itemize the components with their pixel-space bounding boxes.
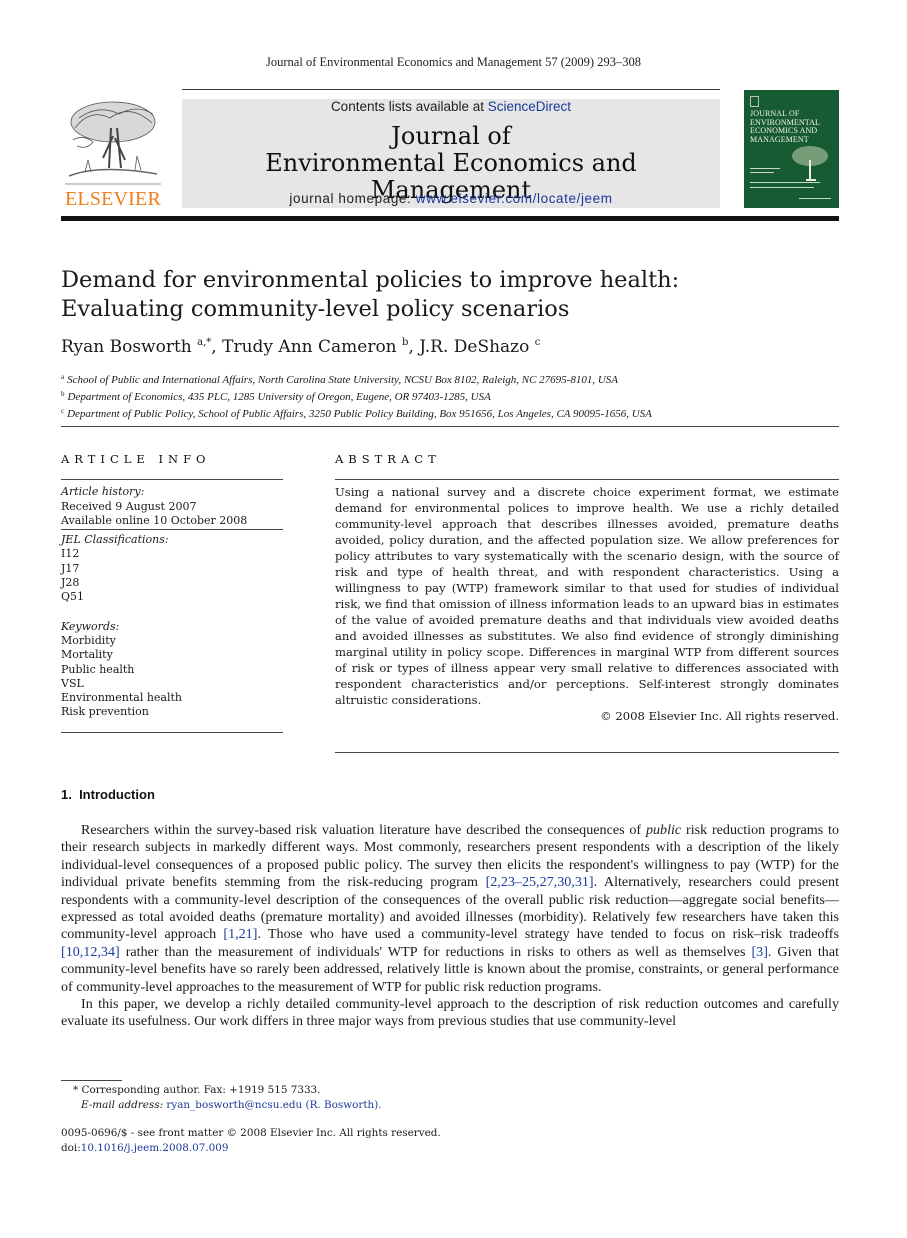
citation-link[interactable]: [2,23–25,27,30,31] [486, 874, 594, 890]
keywords-label: Keywords: [61, 619, 120, 633]
author-list: Ryan Bosworth a,*, Trudy Ann Cameron b, … [61, 337, 841, 357]
text-run: Researchers within the survey-based risk… [81, 822, 646, 838]
masthead-top-rule [182, 89, 720, 90]
abstract-text: Using a national survey and a discrete c… [335, 485, 839, 707]
jel-code: I12 [61, 547, 80, 561]
author-separator: , [408, 337, 420, 357]
article-info-heading: ARTICLE INFO [61, 452, 211, 466]
jel-code: J17 [61, 561, 80, 575]
doi-prefix: doi: [61, 1142, 81, 1154]
cover-text-line [750, 187, 814, 188]
affiliation-mark: b [61, 390, 65, 398]
cover-text-line [799, 198, 831, 199]
abstract-heading: ABSTRACT [335, 452, 441, 466]
elsevier-tree-icon [65, 101, 161, 185]
emphasis: public [645, 822, 682, 838]
keyword: Risk prevention [61, 705, 149, 719]
doi-link[interactable]: 10.1016/j.jeem.2008.07.009 [81, 1142, 229, 1154]
cover-publisher-icon [750, 96, 759, 107]
email-note: E-mail address: ryan_bosworth@ncsu.edu (… [61, 1098, 561, 1113]
article-title-line2: Evaluating community-level policy scenar… [61, 296, 570, 322]
jel-label: JEL Classifications: [61, 533, 169, 547]
received-date: Received 9 August 2007 [61, 499, 197, 513]
article-history-rule [61, 529, 283, 531]
contents-prefix: Contents lists available at [330, 99, 488, 114]
sciencedirect-link[interactable]: ScienceDirect [488, 99, 571, 114]
keyword: Mortality [61, 648, 113, 662]
keyword: Public health [61, 662, 135, 676]
affiliation-item: b Department of Economics, 435 PLC, 1285 … [61, 387, 851, 404]
affiliation-text: School of Public and International Affai… [67, 374, 619, 386]
email-label: E-mail address: [81, 1099, 167, 1111]
article-title: Demand for environmental policies to imp… [61, 266, 841, 324]
journal-homepage: journal homepage: www.elsevier.com/locat… [182, 191, 720, 206]
affiliation-mark: c [61, 407, 65, 415]
homepage-prefix: journal homepage: [289, 191, 416, 206]
affiliation-text: Department of Public Policy, School of P… [67, 408, 652, 420]
footnotes: * Corresponding author. Fax: +1919 515 7… [61, 1083, 561, 1113]
front-matter: 0095-0696/$ - see front matter © 2008 El… [61, 1126, 561, 1156]
author-marks[interactable]: a,* [197, 337, 211, 348]
jel-code: Q51 [61, 590, 85, 604]
paragraph: In this paper, we develop a richly detai… [61, 996, 839, 1030]
affiliation-mark: a [61, 373, 65, 381]
keyword: Morbidity [61, 633, 116, 647]
paragraph: Researchers within the survey-based risk… [61, 822, 839, 996]
contents-availability: Contents lists available at ScienceDirec… [182, 99, 720, 114]
corresponding-author-note: * Corresponding author. Fax: +1919 515 7… [73, 1084, 321, 1096]
elsevier-logo[interactable]: ELSEVIER [61, 98, 165, 210]
cover-text-line [750, 172, 774, 173]
cover-tree-icon [792, 146, 828, 181]
journal-masthead: ELSEVIER Contents lists available at Sci… [61, 89, 839, 221]
author-separator: , [211, 337, 223, 357]
jel-code: J28 [61, 576, 80, 590]
article-history-label: Article history: [61, 485, 145, 499]
doi-line: doi:10.1016/j.jeem.2008.07.009 [61, 1141, 561, 1156]
citation-link[interactable]: [10,12,34] [61, 944, 120, 960]
abstract-rule [335, 479, 839, 480]
article-info-rule [61, 479, 283, 481]
article-title-line1: Demand for environmental policies to imp… [61, 267, 680, 293]
text-run: . Those who have used a community-level … [257, 926, 839, 943]
masthead-bottom-bar [61, 216, 839, 221]
keyword: VSL [61, 676, 84, 690]
affiliations: a School of Public and International Affa… [61, 370, 851, 421]
running-head: Journal of Environmental Economics and M… [266, 55, 641, 69]
introduction-body: Researchers within the survey-based risk… [61, 822, 839, 1031]
affiliation-item: a School of Public and International Affa… [61, 370, 851, 387]
keyword: Environmental health [61, 691, 183, 705]
cover-text-line [750, 168, 780, 169]
email-link[interactable]: ryan_bosworth@ncsu.edu (R. Bosworth). [166, 1099, 381, 1111]
available-online-date: Available online 10 October 2008 [61, 513, 248, 527]
cover-text-line [750, 182, 820, 183]
issn-line: 0095-0696/$ - see front matter © 2008 El… [61, 1127, 441, 1139]
citation-link[interactable]: [1,21] [223, 926, 257, 942]
abstract-copyright: © 2008 Elsevier Inc. All rights reserved… [600, 709, 839, 723]
homepage-link[interactable]: www.elsevier.com/locate/jeem [416, 191, 613, 206]
journal-title-line1: Journal of [391, 122, 511, 150]
affiliation-text: Department of Economics, 435 PLC, 1285 U… [67, 391, 491, 403]
section-heading-introduction: 1. Introduction [61, 787, 155, 802]
author-marks[interactable]: c [535, 337, 541, 348]
header-divider [61, 426, 839, 427]
affiliation-item: c Department of Public Policy, School of … [61, 404, 851, 421]
article-info-bottom-rule [61, 731, 283, 733]
citation-link[interactable]: [3] [751, 944, 767, 960]
footnote-rule [61, 1080, 122, 1081]
journal-banner: Contents lists available at ScienceDirec… [182, 99, 720, 208]
author-name[interactable]: Trudy Ann Cameron [222, 337, 397, 357]
abstract: ABSTRACT Using a national survey and a d… [335, 452, 839, 753]
abstract-bottom-rule [335, 752, 839, 753]
article-info: ARTICLE INFO Article history: Received 9… [61, 452, 283, 733]
text-run: rather than the measurement of individua… [119, 943, 752, 960]
journal-cover-thumbnail[interactable]: JOURNAL OF ENVIRONMENTAL ECONOMICS AND M… [744, 90, 839, 208]
elsevier-wordmark: ELSEVIER [64, 188, 162, 210]
author-name[interactable]: J.R. DeShazo [419, 337, 529, 357]
author-name[interactable]: Ryan Bosworth [61, 337, 192, 357]
cover-title: JOURNAL OF ENVIRONMENTAL ECONOMICS AND M… [750, 109, 838, 144]
